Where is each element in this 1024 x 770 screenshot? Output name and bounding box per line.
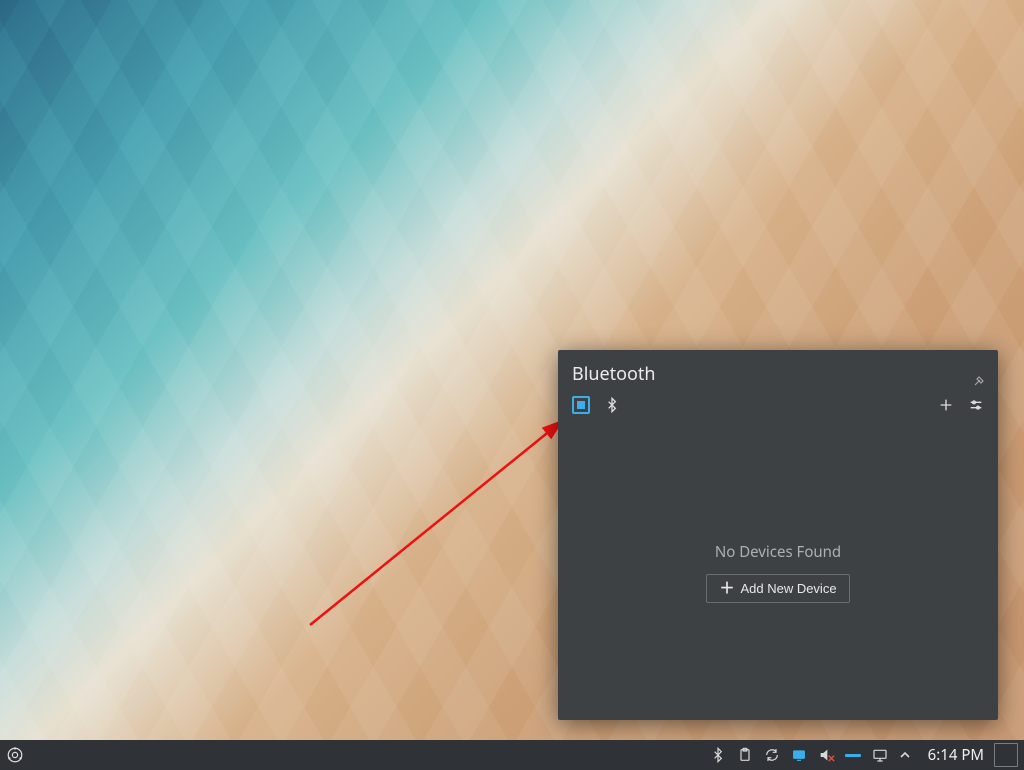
tray-clipboard-icon[interactable] <box>736 746 754 764</box>
tray-bluetooth-icon[interactable] <box>709 746 727 764</box>
add-device-label: Add New Device <box>740 581 836 596</box>
tray-network-icon[interactable] <box>790 746 808 764</box>
tray-keyboard-indicator-icon[interactable] <box>844 746 862 764</box>
taskbar: ✕ 6:14 PM <box>0 740 1024 770</box>
system-tray: ✕ <box>709 746 918 764</box>
tray-volume-muted-icon[interactable]: ✕ <box>817 746 835 764</box>
tray-updates-icon[interactable] <box>763 746 781 764</box>
start-menu-button[interactable] <box>0 740 30 770</box>
bluetooth-icon[interactable] <box>604 397 620 413</box>
bluetooth-toolbar <box>558 392 998 424</box>
no-devices-label: No Devices Found <box>715 542 841 562</box>
bluetooth-applet-popup: Bluetooth No Devices Found ＋ Add New Dev… <box>558 350 998 720</box>
bluetooth-enable-checkbox[interactable] <box>572 396 590 414</box>
bluetooth-title: Bluetooth <box>572 362 656 386</box>
tray-display-icon[interactable] <box>871 746 889 764</box>
show-desktop-button[interactable] <box>994 743 1018 767</box>
taskbar-clock[interactable]: 6:14 PM <box>918 745 994 765</box>
add-new-device-button[interactable]: ＋ Add New Device <box>706 574 849 603</box>
settings-sliders-icon[interactable] <box>968 397 984 413</box>
tray-expand-icon[interactable] <box>898 750 912 760</box>
pin-icon[interactable] <box>974 369 984 379</box>
plus-icon: ＋ <box>719 581 734 596</box>
add-icon[interactable] <box>938 397 954 413</box>
mute-badge-icon: ✕ <box>827 751 835 765</box>
